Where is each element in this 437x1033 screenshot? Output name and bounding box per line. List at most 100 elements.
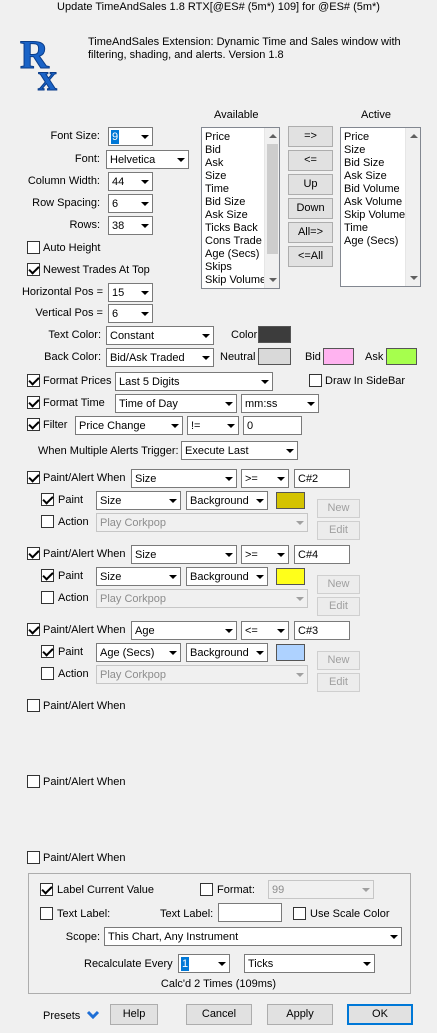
column-width-select[interactable]: 44	[108, 172, 153, 191]
edit-alert-button[interactable]: Edit	[317, 673, 360, 692]
available-scrollbar[interactable]	[264, 128, 279, 288]
label-current-value-checkbox[interactable]	[40, 883, 53, 896]
paint-alert-checkbox[interactable]	[27, 471, 40, 484]
move-up-button[interactable]: Up	[288, 174, 333, 195]
new-alert-button[interactable]: New	[317, 575, 360, 594]
text-label-input[interactable]	[218, 903, 282, 922]
format-time-checkbox[interactable]	[27, 396, 40, 409]
font-select[interactable]: Helvetica	[106, 150, 189, 169]
auto-height-checkbox[interactable]	[27, 241, 40, 254]
active-columns-list[interactable]: Price Size Bid Size Ask Size Bid Volume Ask V…	[340, 127, 421, 287]
filter-value-input[interactable]: 0	[243, 416, 302, 435]
text-label-checkbox[interactable]	[40, 907, 53, 920]
available-columns-list[interactable]: Price Bid Ask Size Time Bid Size Ask Size Ticks…	[201, 127, 280, 289]
cancel-button[interactable]: Cancel	[186, 1004, 252, 1025]
active-scrollbar[interactable]	[405, 128, 420, 286]
vertical-pos-select[interactable]: 6	[108, 304, 153, 323]
format-prices-checkbox[interactable]	[27, 374, 40, 387]
paint-field-select[interactable]: Size	[96, 567, 181, 586]
alert-value-input[interactable]: C#2	[294, 469, 350, 488]
paint-field-select[interactable]: Size	[96, 491, 181, 510]
paint-color-swatch[interactable]	[276, 644, 305, 661]
action-sound-select[interactable]: Play Corkpop	[96, 665, 308, 684]
chevron-down-icon	[359, 955, 374, 972]
paint-label: Paint	[58, 646, 84, 658]
paint-checkbox[interactable]	[41, 493, 54, 506]
alert-operator-select[interactable]: >=	[241, 469, 289, 488]
draw-sidebar-checkbox[interactable]	[309, 374, 322, 387]
alert-field-select[interactable]: Age	[131, 621, 237, 640]
filter-operator-select[interactable]: !=	[187, 416, 239, 435]
multi-alert-select[interactable]: Execute Last	[181, 441, 298, 460]
ask-color-swatch[interactable]	[386, 348, 417, 365]
paint-field-select[interactable]: Age (Secs)	[96, 643, 181, 662]
chevron-down-icon	[292, 514, 307, 531]
paint-color-swatch[interactable]	[276, 568, 305, 585]
scroll-down-icon[interactable]	[406, 271, 420, 286]
horizontal-pos-select[interactable]: 15	[108, 283, 153, 302]
alert-operator-select[interactable]: <=	[241, 621, 289, 640]
scroll-thumb[interactable]	[267, 144, 278, 254]
presets-label[interactable]: Presets	[43, 1009, 80, 1023]
paint-alert-checkbox[interactable]	[27, 623, 40, 636]
remove-all-button[interactable]: <=All	[288, 246, 333, 267]
action-checkbox[interactable]	[41, 667, 54, 680]
add-column-button[interactable]: =>	[288, 126, 333, 147]
paint-target-select[interactable]: Background	[186, 643, 268, 662]
paint-alert-checkbox[interactable]	[27, 775, 40, 788]
use-scale-color-checkbox[interactable]	[293, 907, 306, 920]
alert-value-input[interactable]: C#3	[294, 621, 350, 640]
action-checkbox[interactable]	[41, 591, 54, 604]
text-color-swatch[interactable]	[258, 326, 291, 343]
time-format-select[interactable]: mm:ss	[241, 394, 319, 413]
new-alert-button[interactable]: New	[317, 651, 360, 670]
paint-target-select[interactable]: Background	[186, 491, 268, 510]
row-spacing-value: 6	[112, 198, 119, 210]
paint-target-select[interactable]: Background	[186, 567, 268, 586]
apply-button[interactable]: Apply	[267, 1004, 333, 1025]
ok-button[interactable]: OK	[347, 1004, 413, 1025]
alert-value-input[interactable]: C#4	[294, 545, 350, 564]
chevron-down-icon	[137, 173, 152, 190]
back-color-select[interactable]: Bid/Ask Traded	[106, 348, 214, 367]
scope-select[interactable]: This Chart, Any Instrument	[104, 927, 402, 946]
format-time-select[interactable]: Time of Day	[115, 394, 237, 413]
label-format-select[interactable]: 99	[268, 880, 374, 899]
alert-field-select[interactable]: Size	[131, 469, 237, 488]
format-checkbox[interactable]	[200, 883, 213, 896]
alert-field-select[interactable]: Size	[131, 545, 237, 564]
paint-checkbox[interactable]	[41, 645, 54, 658]
action-sound-select[interactable]: Play Corkpop	[96, 513, 308, 532]
scroll-up-icon[interactable]	[265, 128, 279, 143]
add-all-button[interactable]: All=>	[288, 222, 333, 243]
neutral-color-swatch[interactable]	[258, 348, 291, 365]
row-spacing-select[interactable]: 6	[108, 194, 153, 213]
recalculate-select[interactable]: 1	[178, 954, 230, 973]
filter-checkbox[interactable]	[27, 418, 40, 431]
newest-trades-checkbox[interactable]	[27, 263, 40, 276]
scroll-up-icon[interactable]	[406, 128, 420, 143]
filter-field-select[interactable]: Price Change	[75, 416, 183, 435]
paint-color-swatch[interactable]	[276, 492, 305, 509]
text-color-select[interactable]: Constant	[106, 326, 214, 345]
action-checkbox[interactable]	[41, 515, 54, 528]
scroll-down-icon[interactable]	[265, 273, 279, 288]
action-sound-select[interactable]: Play Corkpop	[96, 589, 308, 608]
move-down-button[interactable]: Down	[288, 198, 333, 219]
recalculate-unit-select[interactable]: Ticks	[244, 954, 375, 973]
paint-checkbox[interactable]	[41, 569, 54, 582]
alert-operator-select[interactable]: >=	[241, 545, 289, 564]
chevron-down-icon[interactable]	[86, 1009, 100, 1021]
help-button[interactable]: Help	[110, 1004, 158, 1025]
paint-alert-checkbox[interactable]	[27, 547, 40, 560]
edit-alert-button[interactable]: Edit	[317, 521, 360, 540]
bid-color-swatch[interactable]	[323, 348, 354, 365]
edit-alert-button[interactable]: Edit	[317, 597, 360, 616]
remove-column-button[interactable]: <=	[288, 150, 333, 171]
new-alert-button[interactable]: New	[317, 499, 360, 518]
paint-alert-checkbox[interactable]	[27, 851, 40, 864]
rows-select[interactable]: 38	[108, 216, 153, 235]
paint-alert-checkbox[interactable]	[27, 699, 40, 712]
format-prices-select[interactable]: Last 5 Digits	[115, 372, 273, 391]
font-size-select[interactable]: 9	[108, 127, 153, 146]
